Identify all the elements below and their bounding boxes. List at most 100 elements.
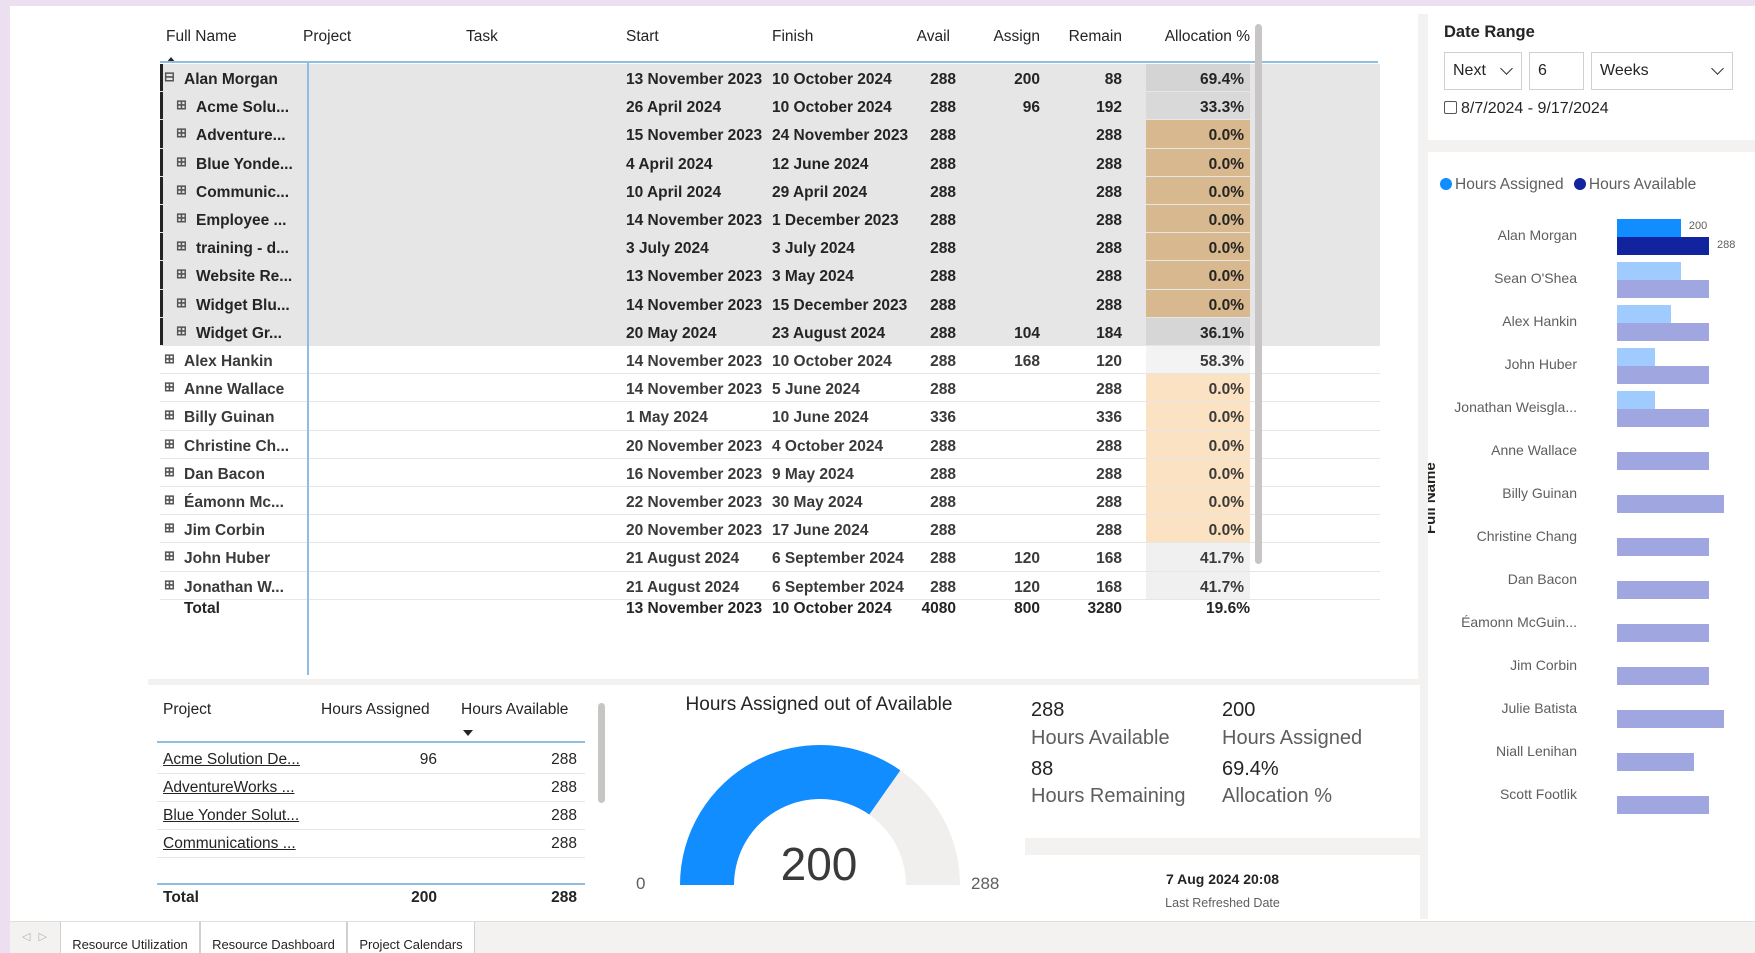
pt-row[interactable]: AdventureWorks ... 288 <box>157 771 585 802</box>
matrix-row[interactable]: ⊞ Blue Yonde... 4 April 2024 12 June 2024 28… <box>160 148 1380 177</box>
header-task[interactable]: Task <box>466 28 498 46</box>
bar-hours-available[interactable] <box>1617 796 1709 814</box>
pt-header-project[interactable]: Project <box>163 701 211 719</box>
tab-project-calendars[interactable]: Project Calendars <box>347 922 475 953</box>
pt-project-link[interactable]: Acme Solution De... <box>163 751 300 769</box>
matrix-row[interactable]: ⊞ Dan Bacon 16 November 2023 9 May 2024 288 2… <box>160 458 1380 487</box>
bar-hours-available[interactable] <box>1617 366 1709 384</box>
row-name: John Huber <box>184 550 271 568</box>
expand-icon[interactable]: ⊞ <box>164 548 175 564</box>
bar-hours-assigned[interactable] <box>1617 262 1681 280</box>
pt-header-available[interactable]: Hours Available <box>461 701 568 719</box>
tab-nav-arrows-icon[interactable]: ◁▷ <box>22 930 55 943</box>
expand-icon[interactable]: ⊞ <box>176 323 187 339</box>
bar-hours-assigned[interactable] <box>1617 305 1671 323</box>
tab-resource-dashboard[interactable]: Resource Dashboard <box>200 922 347 953</box>
bar-hours-available[interactable] <box>1617 452 1709 470</box>
row-start: 20 May 2024 <box>626 324 717 342</box>
pt-row[interactable]: Blue Yonder Solut... 288 <box>157 799 585 830</box>
pt-project-link[interactable]: AdventureWorks ... <box>163 779 295 797</box>
matrix-row[interactable]: ⊞ Jim Corbin 20 November 2023 17 June 2024 2… <box>160 515 1380 544</box>
expand-icon[interactable]: ⊞ <box>176 154 187 170</box>
project-table: Project Hours Assigned Hours Available A… <box>151 685 609 919</box>
bar-hours-available[interactable] <box>1617 667 1709 685</box>
expand-icon[interactable]: ⊞ <box>164 407 175 423</box>
header-start[interactable]: Start <box>626 28 659 46</box>
pt-row[interactable]: Acme Solution De... 96 288 <box>157 743 585 774</box>
bar-hours-available[interactable] <box>1617 753 1694 771</box>
bar-hours-available[interactable] <box>1617 409 1709 427</box>
header-remain[interactable]: Remain <box>1040 28 1122 46</box>
tab-resource-utilization[interactable]: Resource Utilization <box>60 922 200 953</box>
matrix-row[interactable]: ⊞ Widget Blu... 14 November 2023 15 Decembe… <box>160 289 1380 318</box>
bar-hours-available[interactable] <box>1617 710 1725 728</box>
expand-icon[interactable]: ⊞ <box>164 379 175 395</box>
kpi-card: 288 Hours Available 200 Hours Assigned 8… <box>1025 685 1420 838</box>
expand-icon[interactable]: ⊞ <box>164 492 175 508</box>
bar-category-label: Alex Hankin <box>1502 313 1577 329</box>
bar-hours-available[interactable] <box>1617 323 1709 341</box>
pt-row[interactable]: Communications ... 288 <box>157 827 585 858</box>
matrix-scrollbar[interactable] <box>1255 24 1262 564</box>
relative-select[interactable]: Next <box>1444 52 1522 90</box>
bar-hours-assigned[interactable] <box>1617 219 1681 237</box>
header-avail[interactable]: Avail <box>880 28 950 46</box>
bar-hours-available[interactable] <box>1617 237 1709 255</box>
matrix-row[interactable]: ⊞ Employee ... 14 November 2023 1 December … <box>160 205 1380 234</box>
matrix-row[interactable]: ⊞ Éamonn Mc... 22 November 2023 30 May 2024… <box>160 487 1380 516</box>
row-start: 20 November 2023 <box>626 437 763 455</box>
kpi-allocation-value: 69.4% <box>1222 758 1279 780</box>
expand-icon[interactable]: ⊞ <box>176 295 187 311</box>
header-project[interactable]: Project <box>303 28 351 46</box>
matrix-row[interactable]: ⊞ Billy Guinan 1 May 2024 10 June 2024 336 33… <box>160 402 1380 431</box>
matrix-row[interactable]: ⊞ Jonathan W... 21 August 2024 6 September … <box>160 571 1380 600</box>
bar-hours-available[interactable] <box>1617 495 1725 513</box>
matrix-row[interactable]: ⊞ Adventure... 15 November 2023 24 November… <box>160 120 1380 149</box>
row-avail: 288 <box>930 578 956 596</box>
header-allocation[interactable]: Allocation % <box>1150 28 1250 46</box>
header-finish[interactable]: Finish <box>772 28 813 46</box>
matrix-row[interactable]: ⊞ Anne Wallace 14 November 2023 5 June 2024… <box>160 374 1380 403</box>
matrix-row[interactable]: ⊞ Acme Solu... 26 April 2024 10 October 202… <box>160 92 1380 121</box>
legend-assigned[interactable]: Hours Assigned <box>1455 176 1564 193</box>
expand-icon[interactable]: ⊞ <box>164 520 175 536</box>
bar-hours-available[interactable] <box>1617 581 1709 599</box>
legend-available[interactable]: Hours Available <box>1589 176 1696 193</box>
matrix-row[interactable]: ⊞ John Huber 21 August 2024 6 September 202… <box>160 543 1380 572</box>
expand-icon[interactable]: ⊞ <box>176 125 187 141</box>
count-input[interactable]: 6 <box>1529 52 1584 90</box>
expand-icon[interactable]: ⊞ <box>164 464 175 480</box>
row-avail: 288 <box>930 381 956 399</box>
bar-hours-assigned[interactable] <box>1617 348 1656 366</box>
bar-hours-assigned[interactable] <box>1617 391 1656 409</box>
pt-project-link[interactable]: Communications ... <box>163 835 296 853</box>
row-allocation: 0.0% <box>1208 240 1244 258</box>
bar-hours-available[interactable] <box>1617 280 1709 298</box>
expand-icon[interactable]: ⊞ <box>176 210 187 226</box>
matrix-row[interactable]: ⊞ Communic... 10 April 2024 29 April 2024 28… <box>160 176 1380 205</box>
matrix-row[interactable]: ⊞ Widget Gr... 20 May 2024 23 August 2024 28… <box>160 317 1380 346</box>
bar-hours-available[interactable] <box>1617 624 1709 642</box>
expand-icon[interactable]: ⊞ <box>164 351 175 367</box>
expand-icon[interactable]: ⊞ <box>164 577 175 593</box>
expand-icon[interactable]: ⊞ <box>176 238 187 254</box>
matrix-row[interactable]: ⊞ Alex Hankin 14 November 2023 10 October 2… <box>160 346 1380 375</box>
unit-select[interactable]: Weeks <box>1591 52 1733 90</box>
expand-icon[interactable]: ⊟ <box>164 69 175 85</box>
row-allocation: 0.0% <box>1208 183 1244 201</box>
expand-icon[interactable]: ⊞ <box>176 182 187 198</box>
pt-header-assigned[interactable]: Hours Assigned <box>321 701 430 719</box>
matrix-row[interactable]: ⊞ training - d... 3 July 2024 3 July 2024 28… <box>160 233 1380 262</box>
pt-scrollbar[interactable] <box>598 703 605 803</box>
row-remain: 288 <box>1096 296 1122 314</box>
header-assign[interactable]: Assign <box>960 28 1040 46</box>
bar-hours-available[interactable] <box>1617 538 1709 556</box>
matrix-row[interactable]: ⊞ Christine Ch... 20 November 2023 4 Octobe… <box>160 430 1380 459</box>
pt-project-link[interactable]: Blue Yonder Solut... <box>163 807 299 825</box>
matrix-row[interactable]: ⊟ Alan Morgan 13 November 2023 10 October 2… <box>160 64 1380 93</box>
expand-icon[interactable]: ⊞ <box>176 97 187 113</box>
matrix-row[interactable]: ⊞ Website Re... 13 November 2023 3 May 2024… <box>160 261 1380 290</box>
expand-icon[interactable]: ⊞ <box>176 266 187 282</box>
header-full-name[interactable]: Full Name <box>166 28 237 46</box>
expand-icon[interactable]: ⊞ <box>164 436 175 452</box>
